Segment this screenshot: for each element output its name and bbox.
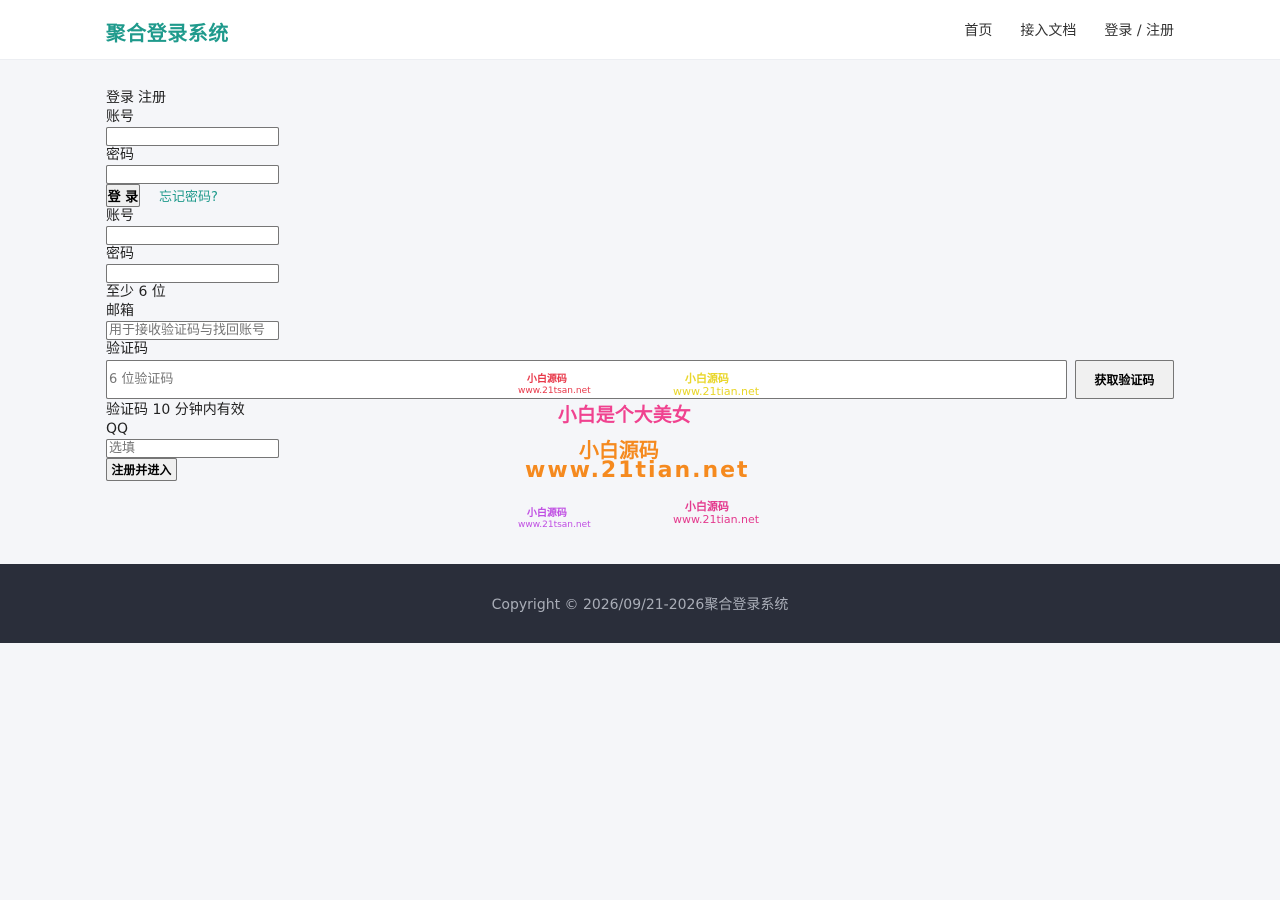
email-label: 邮箱 [106, 303, 134, 319]
qq-input[interactable] [106, 439, 279, 458]
login-password-label: 密码 [106, 147, 134, 163]
login-actions: 登 录 忘记密码? [106, 184, 1174, 207]
register-submit-button[interactable]: 注册并进入 [106, 458, 177, 481]
qq-label: QQ [106, 421, 129, 437]
login-submit-button[interactable]: 登 录 [106, 184, 140, 207]
copyright-text: Copyright © 2026/09/21-2026聚合登录系统 [491, 597, 789, 613]
email-input[interactable] [106, 321, 279, 340]
code-hint: 验证码 10 分钟内有效 [106, 402, 245, 418]
main-nav: 首页 接入文档 登录 / 注册 [964, 21, 1174, 41]
login-password-input[interactable] [106, 165, 279, 184]
code-label: 验证码 [106, 341, 148, 357]
auth-panel: 登录注册 账号 密码 登 录 忘记密码? 账号 密码 至少 6 位 邮箱 验证码… [106, 89, 1174, 481]
nav-home-link[interactable]: 首页 [964, 21, 992, 41]
brand-logo-link[interactable]: 聚合登录系统 [106, 17, 229, 46]
password-hint: 至少 6 位 [106, 284, 166, 300]
login-account-input[interactable] [106, 127, 279, 146]
watermark-text: www.21tian.net [673, 513, 760, 526]
login-account-label: 账号 [106, 109, 134, 125]
tab-login[interactable]: 登录 [106, 90, 134, 106]
login-form: 账号 密码 登 录 忘记密码? [106, 108, 1174, 207]
nav-docs-link[interactable]: 接入文档 [1020, 21, 1076, 41]
code-row: 获取验证码 [106, 360, 1174, 399]
register-form: 账号 密码 至少 6 位 邮箱 验证码 获取验证码 验证码 10 分钟内有效 Q… [106, 207, 1174, 481]
register-account-input[interactable] [106, 226, 279, 245]
register-password-label: 密码 [106, 246, 134, 262]
auth-tabs: 登录 注册 [106, 89, 1174, 108]
register-password-input[interactable] [106, 264, 279, 283]
tab-register[interactable]: 注册 [138, 90, 166, 106]
register-account-label: 账号 [106, 208, 134, 224]
nav-login-register-link[interactable]: 登录 / 注册 [1104, 21, 1174, 41]
watermark-text: 小白源码 [527, 508, 567, 519]
watermark-text: 小白源码 [685, 500, 729, 513]
get-code-button[interactable]: 获取验证码 [1075, 360, 1174, 399]
page-footer: Copyright © 2026/09/21-2026聚合登录系统 [0, 564, 1280, 643]
code-input[interactable] [106, 360, 1067, 399]
forgot-password-link[interactable]: 忘记密码? [159, 186, 218, 205]
top-header: 聚合登录系统 首页 接入文档 登录 / 注册 [0, 0, 1280, 60]
watermark-text: www.21tsan.net [518, 520, 591, 530]
